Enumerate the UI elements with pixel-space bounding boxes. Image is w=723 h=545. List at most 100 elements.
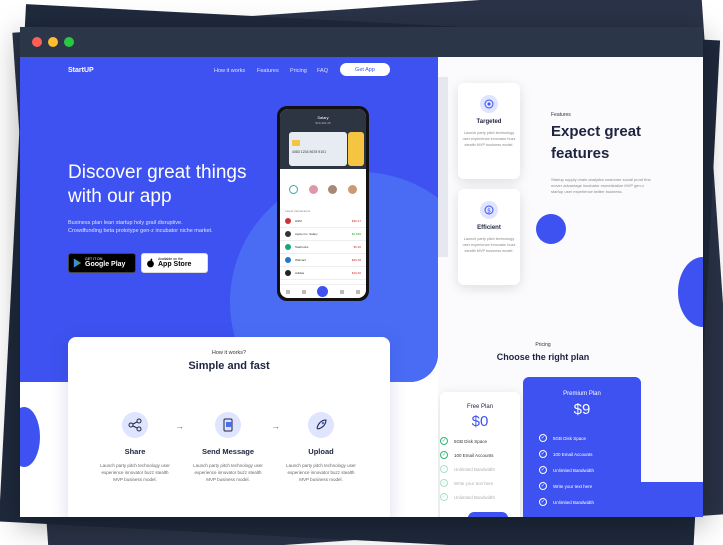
hero-section: StartUP How it works Features Pricing FA… (20, 57, 438, 382)
plan-price: $9 (573, 401, 591, 418)
message-icon (215, 412, 241, 438)
check-icon: ✓ (539, 434, 547, 442)
transaction-name: Apple Inc. Salary (295, 232, 318, 236)
hero-title: Discover great things with our app (68, 162, 247, 207)
check-icon: ✓ (440, 437, 448, 445)
brand-logo[interactable]: StartUP (68, 67, 94, 74)
check-icon: ✓ (539, 466, 547, 474)
avatar[interactable] (347, 184, 357, 194)
avatar[interactable] (328, 184, 338, 194)
feature-card-efficient: $ Efficient Launch party pitch technolog… (458, 189, 520, 285)
pricing-label: Pricing (535, 342, 551, 348)
how-it-works-label: How it works? (211, 350, 247, 356)
plan-feature: Unlimited Bandwidth (454, 494, 496, 500)
plan-price: $0 (471, 413, 489, 430)
free-plan-button[interactable] (468, 512, 508, 517)
plan-name: Free Plan (466, 404, 493, 410)
feature-card-desc: Launch party pitch technology user exper… (462, 237, 516, 253)
add-contact-icon[interactable] (289, 184, 299, 194)
transaction-row[interactable]: Apple Inc. Salary $1,620 (280, 228, 366, 241)
step-send-message: Send Message Launch party pitch technolo… (188, 412, 268, 483)
phone-screen: Salary $10,320.45 4083 1234 5678 9101 La… (280, 109, 366, 298)
step-upload: Upload Launch party pitch technology use… (281, 412, 361, 483)
features-title: Expect great features (551, 123, 642, 162)
transaction-row[interactable]: Adidas $19.60 (280, 267, 366, 280)
card-number: 4083 1234 5678 9101 (292, 150, 327, 154)
landing-page-right: Targeted Launch party pitch technology u… (438, 57, 703, 517)
transaction-row[interactable]: H&M $36.27 (280, 215, 366, 228)
phone-tabbar (280, 284, 366, 298)
rocket-icon (308, 412, 334, 438)
plan-feature: Write your text here (454, 480, 494, 486)
app-store-button[interactable]: Available on the App Store (141, 253, 208, 273)
chart-icon[interactable] (340, 289, 345, 294)
google-play-icon (73, 258, 82, 268)
transaction-amount: $5.30 (353, 245, 361, 249)
google-play-button[interactable]: GET IT ON Google Play (68, 253, 136, 273)
feature-card-desc: Launch party pitch technology user exper… (462, 131, 516, 147)
plan-feature: Unlimited Bandwidth (553, 499, 595, 505)
stage: StartUP How it works Features Pricing FA… (0, 0, 723, 545)
transaction-amount: $1,620 (351, 232, 361, 236)
decor-blob (618, 482, 703, 517)
settings-icon[interactable] (356, 289, 361, 294)
credit-card-secondary (348, 132, 364, 166)
plan-feature: 100 Email Accounts (454, 452, 494, 458)
nav-link-faq[interactable]: FAQ (317, 68, 328, 74)
transaction-name: Walmart (295, 258, 307, 262)
share-icon (122, 412, 148, 438)
apple-icon (147, 258, 154, 268)
how-it-works-title: Simple and fast (188, 360, 270, 372)
window-titlebar (20, 27, 703, 57)
minimize-dot[interactable] (48, 37, 58, 47)
transaction-amount: $19.60 (351, 271, 361, 275)
plan-feature: Unlimited Bandwidth (553, 467, 595, 473)
plan-feature: 5GB Disk Space (553, 435, 587, 441)
plan-feature: 5GB Disk Space (454, 438, 488, 444)
plan-feature: Write your text here (553, 483, 593, 489)
brand-icon (285, 270, 291, 276)
transaction-name: H&M (295, 219, 302, 223)
brand-icon (285, 257, 291, 263)
nav-link-features[interactable]: Features (257, 68, 279, 74)
feature-card-targeted: Targeted Launch party pitch technology u… (458, 83, 520, 179)
decor-blob (678, 257, 703, 327)
features-label: Features (551, 112, 571, 118)
decor-dot (536, 214, 566, 244)
card-icon[interactable] (301, 289, 306, 294)
features-desc: Startup supply chain analytics customer … (551, 177, 651, 194)
free-plan-card: Free Plan $0 ✓ 5GB Disk Space ✓ 100 Email … (440, 392, 520, 517)
check-icon: ✓ (539, 498, 547, 506)
transaction-name: Adidas (295, 271, 305, 275)
phone-header: Salary $10,320.45 4083 1234 5678 9101 (280, 109, 366, 169)
close-dot[interactable] (32, 37, 42, 47)
avatar[interactable] (308, 184, 318, 194)
get-app-button[interactable]: Get App (340, 63, 390, 76)
transaction-amount: $26.48 (351, 258, 361, 262)
nav-link-pricing[interactable]: Pricing (290, 68, 307, 74)
pricing-title: Choose the right plan (496, 352, 590, 362)
check-icon: ✓ (440, 465, 448, 473)
plan-name: Premium Plan (563, 391, 601, 397)
transaction-row[interactable]: Starbucks $5.30 (280, 241, 366, 254)
feature-card-title: Efficient (477, 225, 501, 231)
transaction-row[interactable]: Walmart $26.48 (280, 254, 366, 267)
app-store-label: App Store (158, 261, 192, 268)
transaction-name: Starbucks (295, 245, 309, 249)
svg-text:$: $ (487, 207, 491, 214)
maximize-dot[interactable] (64, 37, 74, 47)
nav-link-how[interactable]: How it works (214, 68, 245, 74)
check-icon: ✓ (440, 479, 448, 487)
arrow-right-icon: → (175, 421, 184, 431)
phone-title: Salary (317, 115, 329, 120)
step-title: Send Message (201, 447, 255, 456)
arrow-right-icon: → (271, 421, 280, 431)
send-icon[interactable] (317, 286, 329, 297)
hero-subtitle: Business plan lean startup holy grail di… (68, 220, 213, 234)
target-icon (480, 95, 498, 113)
phone-contacts (280, 169, 366, 209)
card-chip-icon (292, 140, 300, 146)
home-icon[interactable] (285, 289, 290, 294)
feature-card-title: Targeted (476, 119, 502, 125)
dollar-icon: $ (480, 201, 498, 219)
